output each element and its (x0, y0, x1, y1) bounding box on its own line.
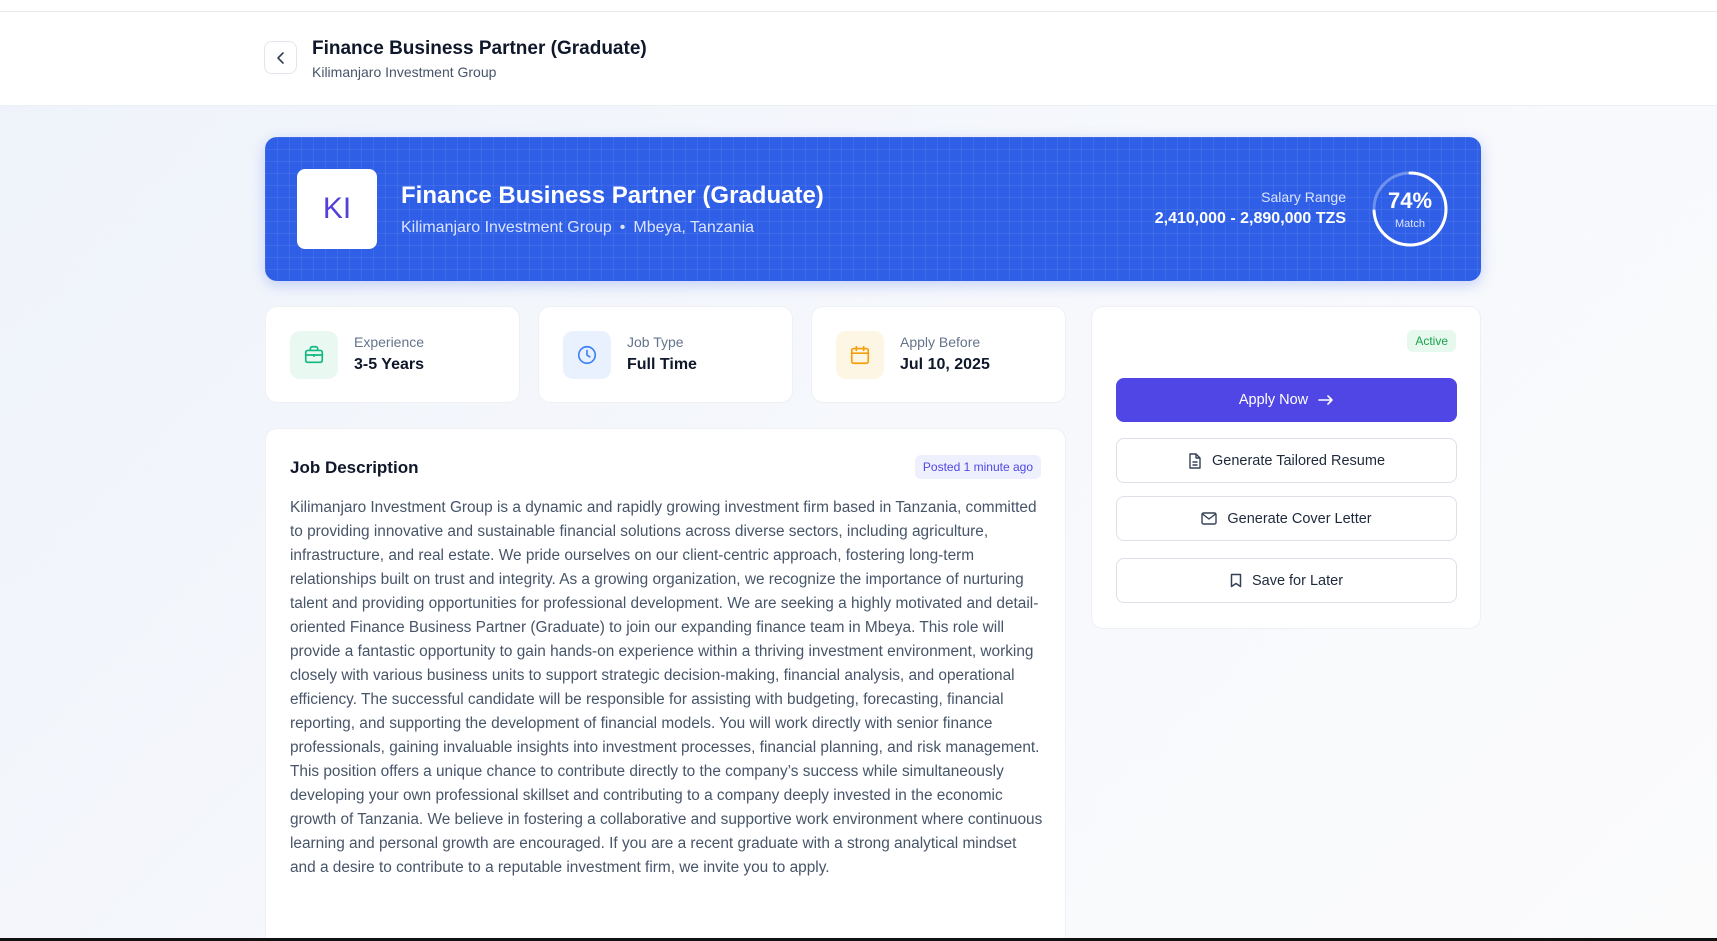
job-hero-banner: KI Finance Business Partner (Graduate) K… (265, 137, 1481, 281)
bookmark-icon (1230, 573, 1242, 588)
generate-resume-button[interactable]: Generate Tailored Resume (1116, 438, 1457, 483)
status-badge: Active (1407, 330, 1456, 352)
company-name: Kilimanjaro Investment Group (401, 219, 612, 236)
salary-value: 2,410,000 - 2,890,000 TZS (1154, 210, 1346, 227)
calendar-icon (836, 331, 884, 379)
job-description-card: Job Description Posted 1 minute ago Kili… (265, 428, 1066, 941)
top-bar (0, 0, 1717, 12)
apply-before-value: Jul 10, 2025 (900, 356, 990, 373)
generate-cover-letter-label: Generate Cover Letter (1227, 510, 1372, 527)
description-title: Job Description (290, 458, 419, 477)
meta-separator: • (619, 219, 626, 236)
description-body: Kilimanjaro Investment Group is a dynami… (290, 499, 1043, 876)
document-icon (1189, 452, 1201, 469)
experience-value: 3-5 Years (354, 356, 424, 373)
job-title: Finance Business Partner (Graduate) (401, 182, 824, 209)
job-type-value: Full Time (627, 356, 697, 373)
generate-resume-label: Generate Tailored Resume (1211, 452, 1386, 469)
job-type-card: Job Type Full Time (538, 306, 793, 403)
experience-label: Experience (354, 334, 425, 350)
job-location: Mbeya, Tanzania (633, 219, 755, 236)
page-subtitle: Kilimanjaro Investment Group (312, 64, 497, 80)
job-meta: Kilimanjaro Investment Group • Mbeya, Ta… (401, 219, 754, 237)
clock-icon (563, 331, 611, 379)
job-type-label: Job Type (627, 334, 684, 350)
posted-badge: Posted 1 minute ago (914, 455, 1041, 479)
chevron-left-icon (276, 51, 284, 64)
match-score-ring: 74% Match (1371, 170, 1449, 248)
match-label: Match (1395, 218, 1425, 230)
experience-card: Experience 3-5 Years (265, 306, 520, 403)
actions-card: Active Apply Now Generate Tailored Resum… (1091, 306, 1481, 629)
mail-icon (1201, 512, 1218, 525)
apply-before-label: Apply Before (900, 334, 981, 350)
briefcase-icon (290, 331, 338, 379)
match-percent: 74% (1387, 188, 1433, 213)
apply-now-label: Apply Now (1238, 392, 1309, 408)
save-for-later-label: Save for Later (1251, 572, 1344, 589)
apply-now-button[interactable]: Apply Now (1116, 378, 1457, 422)
company-logo: KI (297, 169, 377, 249)
page-title: Finance Business Partner (Graduate) (312, 38, 647, 59)
arrow-right-icon (1318, 395, 1333, 405)
generate-cover-letter-button[interactable]: Generate Cover Letter (1116, 496, 1457, 541)
apply-before-card: Apply Before Jul 10, 2025 (811, 306, 1066, 403)
page-header: Finance Business Partner (Graduate) Kili… (0, 12, 1717, 106)
save-for-later-button[interactable]: Save for Later (1116, 558, 1457, 603)
back-button[interactable] (264, 41, 297, 74)
salary-label: Salary Range (1261, 189, 1346, 205)
